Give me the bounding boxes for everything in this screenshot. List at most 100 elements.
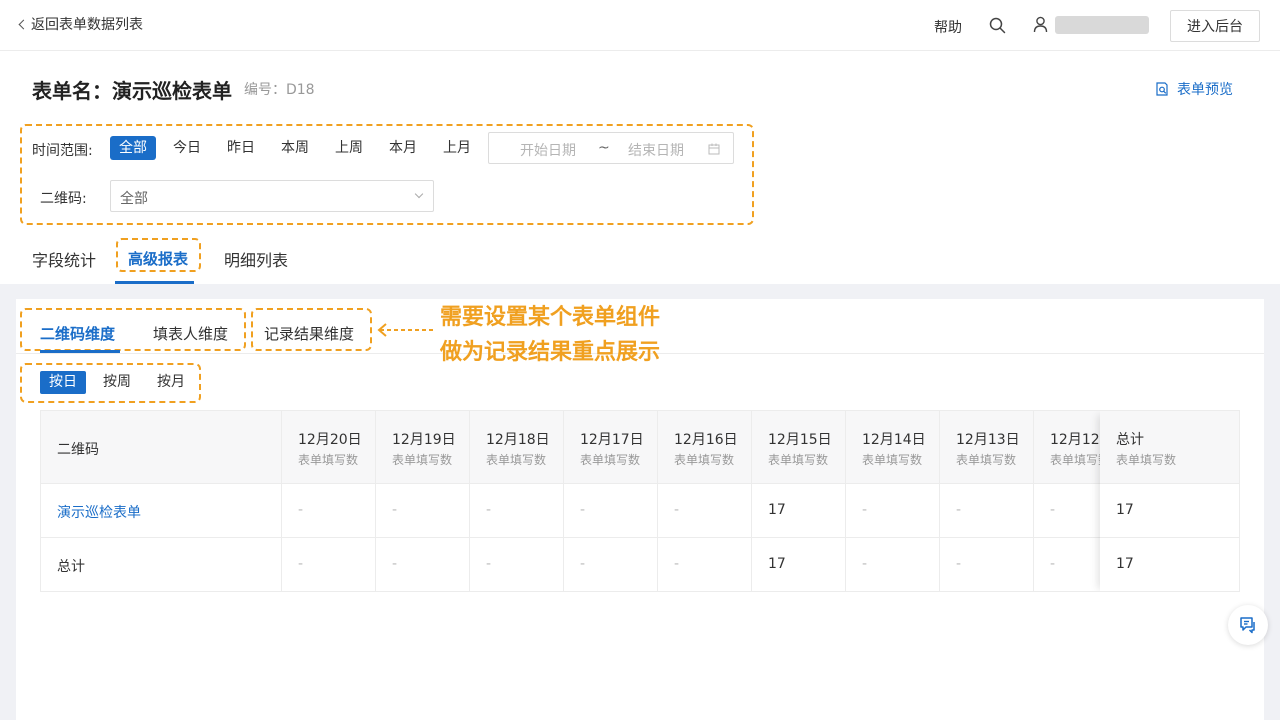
cell-value: - (1050, 502, 1056, 518)
user-icon (1033, 16, 1048, 33)
table-cell-value: - (658, 538, 752, 591)
table-header-date: 12月20日 表单填写数 (282, 411, 376, 484)
time-option-yesterday[interactable]: 昨日 (218, 136, 264, 160)
cell-value: - (580, 556, 586, 572)
tab-detail-list[interactable]: 明细列表 (224, 247, 288, 271)
table-header: 二维码 12月20日 表单填写数 12月19日 表单填写数 12月18日 表单填写数 12月… (41, 411, 1239, 484)
table-row: 总计 - - - - - 17 - - - (41, 538, 1239, 591)
tab-field-stats[interactable]: 字段统计 (32, 247, 96, 271)
cell-value: - (674, 502, 680, 518)
table-header-qr: 二维码 (41, 411, 282, 484)
table-cell-value: - (282, 538, 376, 591)
table-cell-value: 17 (752, 538, 846, 591)
table-header-date: 12月19日 表单填写数 (376, 411, 470, 484)
column-sub-label: 表单填写数 (674, 453, 735, 467)
period-day[interactable]: 按日 (40, 371, 86, 394)
table-header-date: 12月15日 表单填写数 (752, 411, 846, 484)
form-preview-label: 表单预览 (1177, 82, 1233, 98)
table-header-total: 总计 表单填写数 (1100, 411, 1239, 484)
time-option-all[interactable]: 全部 (110, 136, 156, 160)
table-row: 演示巡检表单 - - - - - 17 - - - (41, 484, 1239, 538)
tab-advanced-report[interactable]: 高级报表 (128, 248, 188, 269)
time-option-this-week[interactable]: 本周 (272, 136, 318, 160)
table-cell-name: 演示巡检表单 (41, 484, 282, 538)
time-option-last-month[interactable]: 上月 (434, 136, 480, 160)
column-sub-label: 表单填写数 (956, 453, 1017, 467)
cell-value: - (298, 556, 304, 572)
time-option-this-month[interactable]: 本月 (380, 136, 426, 160)
cell-value: - (956, 502, 962, 518)
table-header-date: 12月18日 表单填写数 (470, 411, 564, 484)
chat-button[interactable] (1228, 605, 1268, 645)
cell-value: - (956, 556, 962, 572)
column-sub-label: 表单填写数 (580, 453, 641, 467)
time-option-last-week[interactable]: 上周 (326, 136, 372, 160)
table-cell-value: - (470, 484, 564, 538)
report-table: 二维码 12月20日 表单填写数 12月19日 表单填写数 12月18日 表单填写数 12月… (40, 410, 1240, 592)
column-date-label: 12月16日 (674, 432, 738, 448)
table-cell-value: - (564, 538, 658, 591)
end-date-input[interactable]: 结束日期 (628, 140, 684, 160)
column-date-label: 12月18日 (486, 432, 550, 448)
table-header-date: 12月17日 表单填写数 (564, 411, 658, 484)
table-cell-total: 17 (1100, 538, 1239, 591)
cell-value: - (392, 556, 398, 572)
annotation-line-1: 需要设置某个表单组件 (440, 305, 661, 330)
date-range-picker[interactable]: 开始日期 ~ 结束日期 (488, 132, 734, 164)
column-sub-label: 表单填写数 (392, 453, 453, 467)
chat-icon (1240, 617, 1255, 634)
period-month[interactable]: 按月 (148, 371, 194, 394)
column-date-label: 12月19日 (392, 432, 456, 448)
period-week[interactable]: 按周 (94, 371, 140, 394)
cell-value: 17 (768, 502, 786, 518)
tab-filler-dimension[interactable]: 填表人维度 (153, 323, 228, 344)
preview-icon (1156, 82, 1168, 96)
back-link[interactable]: 返回表单数据列表 (18, 14, 143, 34)
column-date-label: 12月15日 (768, 432, 832, 448)
time-option-today[interactable]: 今日 (164, 136, 210, 160)
form-code: 编号：D18 (244, 82, 315, 98)
table-cell-value: - (940, 484, 1034, 538)
qr-name-link[interactable]: 演示巡检表单 (57, 502, 141, 522)
column-sub-label: 表单填写数 (298, 453, 359, 467)
search-icon[interactable] (989, 17, 1006, 34)
enter-admin-button[interactable]: 进入后台 (1170, 10, 1260, 42)
table-cell-value: - (470, 538, 564, 591)
cell-value: - (486, 502, 492, 518)
table-cell-value: - (564, 484, 658, 538)
cell-value: 17 (768, 556, 786, 572)
qr-code-label: 二维码: (40, 191, 87, 207)
column-date-label: 12月17日 (580, 432, 644, 448)
qr-code-select[interactable]: 全部 (110, 180, 434, 212)
table-cell-value: - (376, 484, 470, 538)
table-cell-value: - (846, 538, 940, 591)
cell-value: - (580, 502, 586, 518)
chevron-down-icon (414, 189, 424, 199)
time-range-label: 时间范围: (32, 143, 93, 159)
back-link-label: 返回表单数据列表 (31, 17, 143, 33)
table-cell-value: - (282, 484, 376, 538)
table-cell-value: - (940, 538, 1034, 591)
help-link[interactable]: 帮助 (934, 17, 962, 37)
form-preview-button[interactable]: 表单预览 (1155, 79, 1233, 99)
column-date-label: 12月20日 (298, 432, 362, 448)
table-header-date: 12月13日 表单填写数 (940, 411, 1034, 484)
cell-value: - (392, 502, 398, 518)
tab-qr-dimension[interactable]: 二维码维度 (40, 323, 115, 344)
table-cell-total: 17 (1100, 484, 1239, 538)
calendar-icon (708, 143, 720, 155)
column-date-label: 12月13日 (956, 432, 1020, 448)
arrow-left-icon (377, 323, 433, 337)
total-column: 总计 表单填写数 17 17 (1100, 411, 1239, 591)
page-title: 表单名：演示巡检表单 (32, 79, 232, 103)
qr-code-select-value: 全部 (120, 191, 148, 207)
cell-value: - (674, 556, 680, 572)
cell-value: - (486, 556, 492, 572)
table-cell-value: - (376, 538, 470, 591)
column-sub-label: 表单填写数 (486, 453, 547, 467)
column-date-label: 12月14日 (862, 432, 926, 448)
tab-result-dimension[interactable]: 记录结果维度 (264, 323, 354, 344)
start-date-input[interactable]: 开始日期 (520, 140, 576, 160)
chevron-left-icon (18, 19, 29, 30)
user-name-placeholder[interactable] (1055, 16, 1149, 34)
